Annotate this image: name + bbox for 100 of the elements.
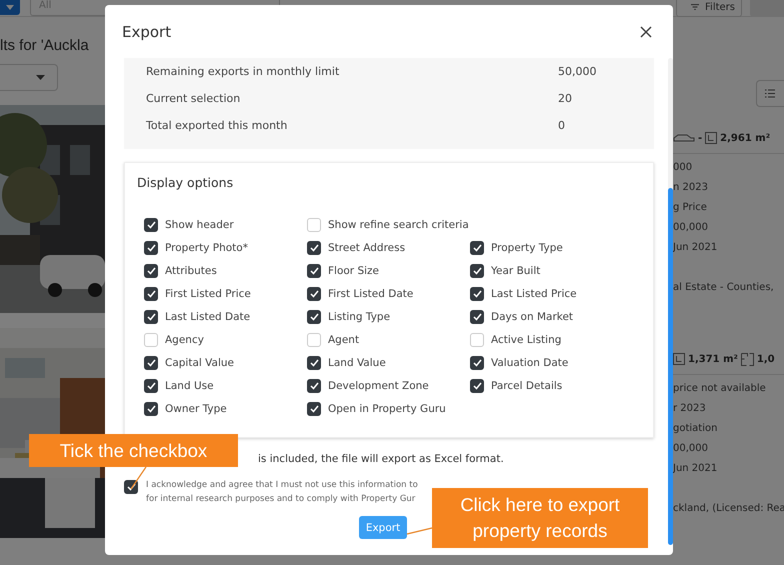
- option-label: Show header: [165, 218, 234, 230]
- format-note: is included, the file will export as Excel format.: [258, 453, 504, 465]
- option-label: Year Built: [491, 264, 540, 276]
- check-icon: [472, 290, 482, 298]
- option-label: Open in Property Guru: [328, 402, 446, 414]
- checkbox[interactable]: [144, 378, 158, 392]
- acknowledgement-text: for internal research purposes and to comply with Property Gur: [146, 493, 416, 506]
- callout: Click here to export property records: [432, 488, 648, 548]
- export-button[interactable]: Export: [359, 516, 407, 539]
- car-icon: [673, 133, 695, 143]
- option-label: Floor Size: [328, 264, 380, 276]
- checkbox[interactable]: [307, 240, 321, 254]
- option-label: Valuation Date: [491, 356, 568, 368]
- option-label: Development Zone: [328, 380, 429, 392]
- summary-value: 20: [558, 92, 572, 105]
- checkbox[interactable]: [307, 356, 321, 370]
- checkbox[interactable]: [144, 240, 158, 254]
- check-icon: [146, 220, 156, 228]
- option-label: First Listed Date: [328, 288, 414, 300]
- checkbox[interactable]: [144, 218, 158, 232]
- listing-detail: 000: [673, 161, 694, 175]
- checkbox[interactable]: [144, 356, 158, 370]
- checkbox[interactable]: [307, 378, 321, 392]
- option-label: Active Listing: [491, 334, 562, 346]
- acknowledgement-text: I acknowledge and agree that I must not use this information to: [146, 479, 418, 492]
- checkbox[interactable]: [470, 378, 484, 392]
- check-icon: [310, 244, 318, 252]
- filters-button[interactable]: Filters: [676, 0, 742, 17]
- summary-label: Remaining exports in monthly limit: [146, 65, 340, 78]
- checkbox[interactable]: [307, 310, 321, 324]
- check-icon: [146, 290, 156, 298]
- checkbox[interactable]: [470, 310, 484, 324]
- check-icon: [310, 382, 318, 390]
- option-label: Days on Market: [491, 310, 574, 322]
- checkbox[interactable]: [307, 286, 321, 300]
- option-label: Street Address: [328, 242, 406, 254]
- land-area-icon: [705, 132, 718, 144]
- checkbox[interactable]: [307, 264, 321, 278]
- listing-detail: g Price: [673, 201, 708, 215]
- check-icon: [310, 266, 318, 274]
- checkbox[interactable]: [124, 480, 138, 494]
- check-icon: [472, 358, 482, 366]
- option-label: Owner Type: [165, 402, 227, 414]
- checkbox[interactable]: [470, 240, 484, 254]
- leader-line: [406, 527, 432, 535]
- checkbox[interactable]: [144, 402, 158, 416]
- caret-icon: [6, 5, 14, 10]
- check-icon: [310, 290, 318, 298]
- option-label: Property Type: [491, 242, 563, 254]
- option-label: Parcel Details: [491, 380, 562, 392]
- checkbox[interactable]: [470, 356, 484, 370]
- section-title: Display options: [137, 174, 234, 192]
- option-label: First Listed Price: [165, 288, 251, 300]
- checkbox[interactable]: [470, 286, 484, 300]
- option-label: Property Photo*: [165, 242, 248, 254]
- listing-detail: r 2023: [673, 402, 707, 416]
- close-icon[interactable]: [640, 26, 652, 38]
- caret-icon: [36, 75, 45, 80]
- listing-stat: 2,961 m²: [720, 132, 770, 144]
- checkbox[interactable]: [144, 310, 158, 324]
- listing-detail: n 2023: [673, 181, 709, 195]
- check-icon: [310, 358, 318, 366]
- scrollbar[interactable]: [668, 58, 673, 545]
- callout: Tick the checkbox: [29, 434, 238, 467]
- dialog-title: Export: [122, 22, 172, 40]
- listing-stat: -: [698, 132, 702, 144]
- checkbox[interactable]: [470, 264, 484, 278]
- option-label: Land Value: [328, 356, 386, 368]
- check-icon: [146, 244, 156, 252]
- check-icon: [126, 483, 136, 491]
- summary-value: 0: [558, 119, 565, 132]
- land-area-icon: [673, 353, 685, 365]
- dropdown-button[interactable]: [0, 0, 20, 15]
- option-label: Agent: [328, 334, 360, 346]
- option-label: Capital Value: [165, 356, 234, 368]
- check-icon: [146, 358, 156, 366]
- listing-detail: Jun 2021: [673, 462, 718, 476]
- summary-label: Total exported this month: [146, 119, 288, 132]
- option-label: Listing Type: [328, 310, 390, 322]
- listing-detail: al Estate - Counties,: [673, 281, 775, 295]
- listing-detail: Jun 2021: [673, 241, 718, 255]
- listing-detail: 00,000: [673, 442, 709, 456]
- leader-line: [130, 466, 146, 490]
- listing-detail: price not available: [673, 382, 767, 396]
- check-icon: [472, 244, 482, 252]
- option-label: Attributes: [165, 264, 217, 276]
- option-label: Last Listed Date: [165, 310, 250, 322]
- filter-icon: [691, 3, 700, 11]
- option-label: Agency: [165, 334, 204, 346]
- checkbox[interactable]: [307, 402, 321, 416]
- checkbox[interactable]: [144, 286, 158, 300]
- listing-stat: 1,371 m²: [688, 354, 738, 364]
- results-heading: lts for 'Auckla: [0, 37, 90, 54]
- list-icon: [765, 89, 775, 98]
- check-icon: [146, 312, 156, 320]
- check-icon: [310, 312, 318, 320]
- check-icon: [146, 266, 156, 274]
- check-icon: [310, 404, 318, 412]
- list-view-button[interactable]: [756, 80, 784, 107]
- checkbox[interactable]: [144, 264, 158, 278]
